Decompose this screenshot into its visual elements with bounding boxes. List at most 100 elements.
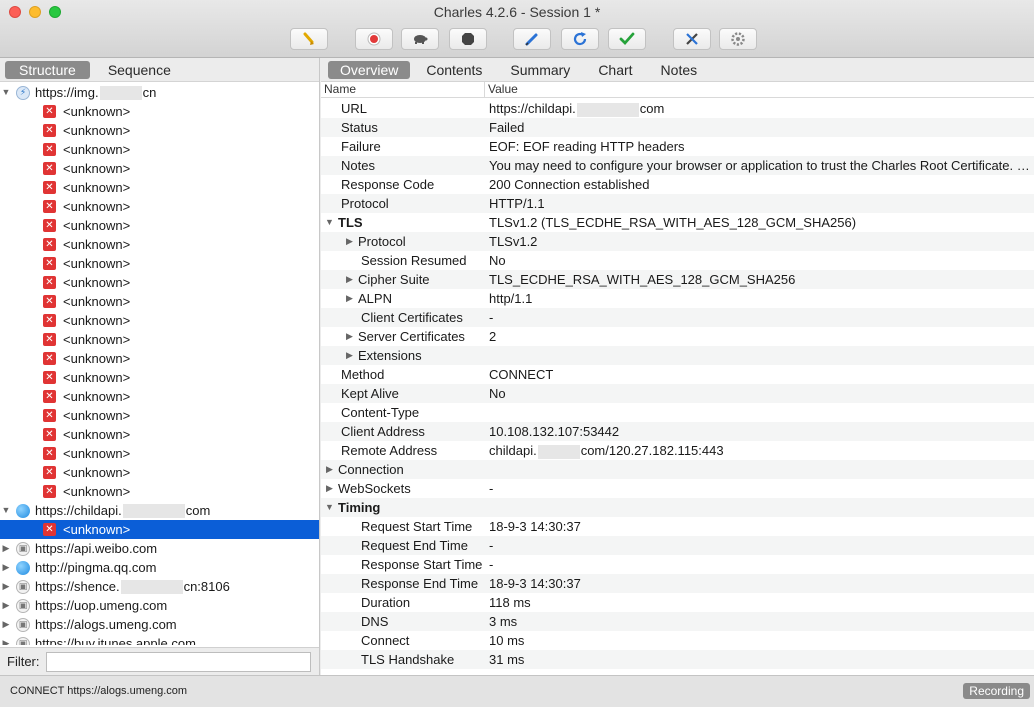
tree-request-row[interactable]: ✕ <unknown> bbox=[0, 273, 319, 292]
tree-request-row[interactable]: ✕ <unknown> bbox=[0, 330, 319, 349]
tree-request-row[interactable]: ✕ <unknown> bbox=[0, 349, 319, 368]
overview-row[interactable]: Protocol HTTP/1.1 bbox=[321, 194, 1034, 213]
expand-toggle-icon[interactable]: ▶ bbox=[0, 577, 12, 596]
overview-row[interactable]: ▶ WebSockets - bbox=[321, 479, 1034, 498]
overview-row[interactable]: URL https://childapi. com bbox=[321, 99, 1034, 118]
overview-row[interactable]: ▶ Cipher Suite TLS_ECDHE_RSA_WITH_AES_128_… bbox=[321, 270, 1034, 289]
tree-request-row[interactable]: ✕ <unknown> bbox=[0, 444, 319, 463]
overview-row-timing[interactable]: ▼ Timing bbox=[321, 498, 1034, 517]
tab-notes[interactable]: Notes bbox=[649, 61, 710, 79]
tree-request-row[interactable]: ✕ <unknown> bbox=[0, 159, 319, 178]
tree-request-row[interactable]: ✕ <unknown> bbox=[0, 216, 319, 235]
expand-toggle-icon[interactable]: ▶ bbox=[341, 270, 358, 289]
tab-summary[interactable]: Summary bbox=[498, 61, 582, 79]
tab-sequence[interactable]: Sequence bbox=[94, 61, 185, 79]
overview-row[interactable]: Connect 10 ms bbox=[321, 631, 1034, 650]
expand-toggle-icon[interactable]: ▶ bbox=[0, 539, 12, 558]
overview-row[interactable]: Duration 118 ms bbox=[321, 593, 1034, 612]
overview-row[interactable]: Status Failed bbox=[321, 118, 1034, 137]
overview-row[interactable]: ▶ Extensions bbox=[321, 346, 1034, 365]
tree-request-row[interactable]: ✕ <unknown> bbox=[0, 387, 319, 406]
overview-row[interactable]: Response Code 200 Connection established bbox=[321, 175, 1034, 194]
tree-request-row[interactable]: ✕ <unknown> bbox=[0, 463, 319, 482]
overview-row[interactable]: Response Start Time - bbox=[321, 555, 1034, 574]
overview-row[interactable]: ▶ Connection bbox=[321, 460, 1034, 479]
overview-row[interactable]: Session Resumed No bbox=[321, 251, 1034, 270]
tree-request-row-selected[interactable]: ✕ <unknown> bbox=[0, 520, 319, 539]
compose-button[interactable] bbox=[513, 28, 551, 50]
overview-row[interactable]: Method CONNECT bbox=[321, 365, 1034, 384]
tree-request-row[interactable]: ✕ <unknown> bbox=[0, 140, 319, 159]
tree-request-row[interactable]: ✕ <unknown> bbox=[0, 425, 319, 444]
overview-row[interactable]: Remote Address childapi. com/120.27.182.11… bbox=[321, 441, 1034, 460]
overview-row[interactable]: ▶ ALPN http/1.1 bbox=[321, 289, 1034, 308]
expand-toggle-icon[interactable]: ▼ bbox=[321, 498, 338, 517]
overview-row[interactable]: Client Address 10.108.132.107:53442 bbox=[321, 422, 1034, 441]
repeat-button[interactable] bbox=[561, 28, 599, 50]
turtle-icon bbox=[414, 35, 428, 44]
tree-request-row[interactable]: ✕ <unknown> bbox=[0, 311, 319, 330]
expand-toggle-icon[interactable]: ▶ bbox=[321, 479, 338, 498]
expand-toggle-icon[interactable]: ▶ bbox=[341, 327, 358, 346]
expand-toggle-icon[interactable]: ▶ bbox=[0, 615, 12, 634]
tab-contents[interactable]: Contents bbox=[414, 61, 494, 79]
tree-host-row[interactable]: ▶ ▣ https://buy.itunes.apple.com bbox=[0, 634, 319, 645]
overview-row[interactable]: Request Start Time 18-9-3 14:30:37 bbox=[321, 517, 1034, 536]
tree-host-row[interactable]: ▶ http://pingma.qq.com bbox=[0, 558, 319, 577]
column-value-header[interactable]: Value bbox=[485, 82, 518, 97]
overview-row[interactable]: Request End Time - bbox=[321, 536, 1034, 555]
tree-request-row[interactable]: ✕ <unknown> bbox=[0, 235, 319, 254]
tab-overview[interactable]: Overview bbox=[328, 60, 411, 79]
overview-row[interactable]: Kept Alive No bbox=[321, 384, 1034, 403]
expand-toggle-icon[interactable]: ▼ bbox=[0, 501, 12, 520]
expand-toggle-icon[interactable]: ▼ bbox=[321, 213, 338, 232]
tree-host-row[interactable]: ▶ ▣ https://api.weibo.com bbox=[0, 539, 319, 558]
overview-row[interactable]: DNS 3 ms bbox=[321, 612, 1034, 631]
tree-request-row[interactable]: ✕ <unknown> bbox=[0, 102, 319, 121]
overview-row[interactable]: TLS Handshake 31 ms bbox=[321, 650, 1034, 669]
tree-host-row[interactable]: ▶ ▣ https://uop.umeng.com bbox=[0, 596, 319, 615]
tree-request-row[interactable]: ✕ <unknown> bbox=[0, 368, 319, 387]
overview-row[interactable]: ▶ Server Certificates 2 bbox=[321, 327, 1034, 346]
request-label: <unknown> bbox=[63, 199, 131, 214]
expand-toggle-icon[interactable]: ▶ bbox=[0, 634, 12, 645]
overview-row[interactable]: Content-Type bbox=[321, 403, 1034, 422]
overview-row[interactable]: Response End Time 18-9-3 14:30:37 bbox=[321, 574, 1034, 593]
tab-chart[interactable]: Chart bbox=[586, 61, 644, 79]
clear-session-button[interactable] bbox=[290, 28, 328, 50]
validate-button[interactable] bbox=[608, 28, 646, 50]
settings-button[interactable] bbox=[719, 28, 757, 50]
expand-toggle-icon[interactable]: ▶ bbox=[341, 346, 358, 365]
tree-request-row[interactable]: ✕ <unknown> bbox=[0, 406, 319, 425]
throttle-button[interactable] bbox=[401, 28, 439, 50]
overview-row[interactable]: Notes You may need to configure your brow… bbox=[321, 156, 1034, 175]
expand-toggle-icon[interactable]: ▶ bbox=[341, 232, 358, 251]
overview-row-tls[interactable]: ▼ TLS TLSv1.2 (TLS_ECDHE_RSA_WITH_AES_128_… bbox=[321, 213, 1034, 232]
tree-host-row[interactable]: ▶ ▣ https://alogs.umeng.com bbox=[0, 615, 319, 634]
expand-toggle-icon[interactable]: ▶ bbox=[0, 558, 12, 577]
tree-request-row[interactable]: ✕ <unknown> bbox=[0, 178, 319, 197]
filter-input[interactable] bbox=[45, 651, 311, 672]
recording-badge[interactable]: Recording bbox=[963, 683, 1030, 699]
overview-row[interactable]: Client Certificates - bbox=[321, 308, 1034, 327]
tree-host-row[interactable]: ▶ ▣ https://shence. cn:8106 bbox=[0, 577, 319, 596]
breakpoints-button[interactable] bbox=[449, 28, 487, 50]
overview-row[interactable]: Failure EOF: EOF reading HTTP headers bbox=[321, 137, 1034, 156]
tree-request-row[interactable]: ✕ <unknown> bbox=[0, 482, 319, 501]
expand-toggle-icon[interactable]: ▶ bbox=[0, 596, 12, 615]
expand-toggle-icon[interactable]: ▼ bbox=[0, 83, 12, 102]
column-name-header[interactable]: Name bbox=[321, 82, 485, 97]
tree-request-row[interactable]: ✕ <unknown> bbox=[0, 254, 319, 273]
expand-toggle-icon[interactable]: ▶ bbox=[321, 460, 338, 479]
tree-request-row[interactable]: ✕ <unknown> bbox=[0, 121, 319, 140]
row-name: Timing bbox=[338, 500, 381, 515]
tree-host-row[interactable]: ▼ ⚡ https://img. cn bbox=[0, 83, 319, 102]
tree-request-row[interactable]: ✕ <unknown> bbox=[0, 197, 319, 216]
tools-button[interactable] bbox=[673, 28, 711, 50]
tab-structure[interactable]: Structure bbox=[5, 60, 90, 79]
record-button[interactable] bbox=[355, 28, 393, 50]
overview-row[interactable]: ▶ Protocol TLSv1.2 bbox=[321, 232, 1034, 251]
expand-toggle-icon[interactable]: ▶ bbox=[341, 289, 358, 308]
tree-host-row[interactable]: ▼ https://childapi. com bbox=[0, 501, 319, 520]
tree-request-row[interactable]: ✕ <unknown> bbox=[0, 292, 319, 311]
